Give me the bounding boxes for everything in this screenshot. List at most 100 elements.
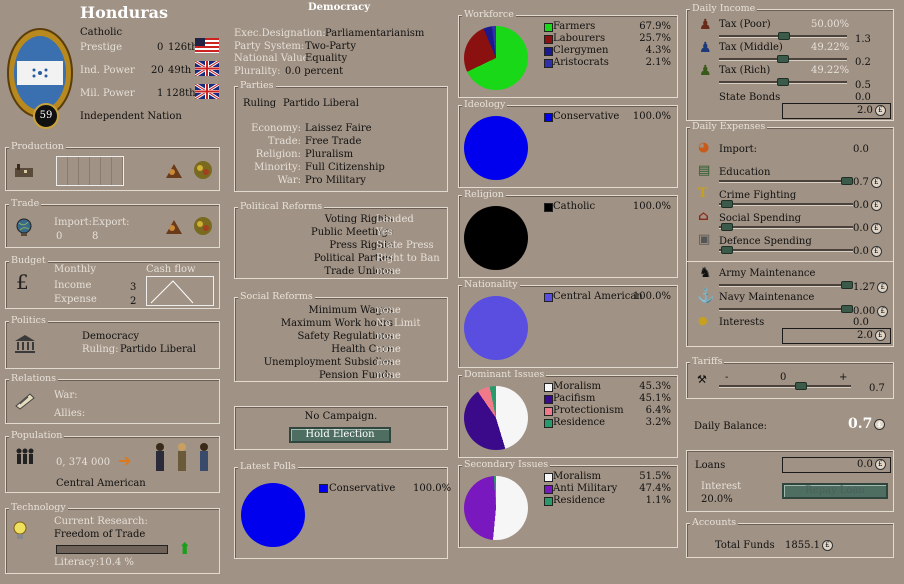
crime-fighting-slider[interactable]	[719, 200, 853, 208]
parties-panel[interactable]: Parties Ruling Partido Liberal Economy: L…	[234, 80, 448, 192]
defence-spending-value-text: 0.0	[853, 246, 869, 257]
latest-polls-panel[interactable]: Latest Polls Conservative 100.0%	[234, 461, 452, 559]
workforce-pie	[464, 26, 528, 90]
dominant-issues-legend-value: 3.2%	[645, 417, 671, 428]
technology-panel[interactable]: Technology Current Research: Freedom of …	[5, 502, 220, 574]
expense-value: 2	[130, 296, 137, 307]
uk-flag-icon	[194, 82, 220, 101]
religion-panel-panel[interactable]: Religion Catholic 100.0%	[458, 189, 678, 278]
pound-icon: £	[16, 270, 29, 294]
army-slider-knob[interactable]	[841, 281, 853, 289]
accounts-title: Accounts	[690, 517, 739, 529]
navy-slider-knob[interactable]	[841, 305, 853, 313]
dominant-issues-legend-value: 45.3%	[639, 381, 671, 392]
tax-slider[interactable]	[719, 78, 847, 86]
army-slider[interactable]	[719, 281, 853, 289]
prestige-rank: 126th	[168, 42, 198, 53]
tax-slider[interactable]	[719, 32, 847, 40]
government-row-label: Plurality:	[234, 66, 281, 78]
tax-slider[interactable]	[719, 55, 847, 63]
interests-value: 0.0	[853, 317, 869, 328]
population-panel[interactable]: Population 0, 374 000 ➔ Central American	[5, 430, 220, 493]
budget-panel[interactable]: Budget £ Monthly Cash flow Income 3 Expe…	[5, 255, 220, 309]
allies-label: Allies:	[54, 408, 86, 419]
political-reform-value[interactable]: Right to Ban	[376, 253, 440, 264]
social-spending-slider[interactable]	[719, 223, 853, 231]
trade-panel[interactable]: Trade Import: Export: 0 8	[5, 198, 220, 248]
dominant-issues-pie	[464, 386, 528, 450]
social-reform-value[interactable]: No Limit	[376, 318, 421, 329]
tariffs-plus[interactable]: +	[839, 372, 847, 383]
workforce-legend-swatch	[544, 35, 553, 44]
dominant-issues-panel[interactable]: Dominant Issues Moralism 45.3% Pacifism 45.1…	[458, 369, 678, 458]
latest-polls-legend-value: 100.0%	[413, 483, 452, 494]
social-reforms-panel[interactable]: Social Reforms Minimum Wages none Maximum …	[234, 291, 448, 382]
import-label: Import:	[719, 144, 758, 155]
social-reforms-title: Social Reforms	[238, 291, 315, 303]
latest-polls-legend-name: Conservative	[329, 483, 396, 494]
research-up-arrow-icon[interactable]: ⬆	[178, 539, 191, 558]
accounts-panel: Accounts Total Funds 1855.1 £	[686, 517, 894, 558]
tariffs-value: 0.7	[869, 383, 885, 394]
workforce-panel[interactable]: Workforce Farmers 67.9% Labourers 25.7% Clerg…	[458, 9, 678, 98]
coin-icon: £	[877, 282, 889, 293]
tariffs-panel[interactable]: Tariffs ⚒ - 0 + 0.7	[686, 356, 894, 399]
education-slider[interactable]	[719, 177, 853, 185]
production-panel[interactable]: Production	[5, 141, 220, 191]
trade-goods-icon[interactable]	[164, 216, 186, 236]
party-row-value: Full Citizenship	[305, 162, 385, 173]
ideology-pie	[464, 116, 528, 180]
secondary-issues-legend-swatch	[544, 485, 553, 494]
production-title: Production	[9, 141, 66, 153]
crime-fighting-value-text: 0.0	[853, 200, 869, 211]
social-reform-value[interactable]: none	[376, 357, 401, 368]
interest-value: 20.0%	[701, 494, 733, 505]
social-reform-value[interactable]: none	[376, 331, 401, 342]
resources-icon[interactable]	[192, 159, 214, 181]
secondary-issues-legend-value: 47.4%	[639, 483, 671, 494]
relations-panel[interactable]: Relations War: Allies:	[5, 373, 220, 424]
education-icon: ▤	[698, 163, 711, 178]
pop-types-icon[interactable]	[150, 441, 216, 475]
social-reform-value[interactable]: none	[376, 344, 401, 355]
social-reform-value[interactable]: none	[376, 370, 401, 381]
factory-goods-icon[interactable]	[164, 160, 186, 180]
population-arrow-icon[interactable]: ➔	[118, 451, 131, 470]
tariffs-slider-knob[interactable]	[795, 382, 807, 390]
tax-slider-knob[interactable]	[778, 32, 790, 40]
defence-spending-slider-knob[interactable]	[721, 246, 733, 254]
daily-expenses-panel[interactable]: Daily Expenses ◕ Import: 0.0 ▤ Education 0.7 £…	[686, 121, 894, 347]
politics-panel[interactable]: Politics Democracy Ruling: Partido Liber…	[5, 315, 220, 369]
dominant-issues-legend-swatch	[544, 419, 553, 428]
dominant-issues-legend-name: Pacifism	[553, 393, 596, 404]
tax-slider-knob[interactable]	[777, 55, 789, 63]
anchor-icon: ⚓	[697, 288, 715, 304]
dominant-issues-title: Dominant Issues	[462, 369, 547, 381]
repay-loan-button[interactable]: Repay Loan	[782, 483, 888, 499]
political-reforms-panel[interactable]: Political Reforms Voting Rights Landed Pub…	[234, 201, 448, 279]
tariffs-minus[interactable]: -	[725, 372, 728, 383]
crime-fighting-slider-knob[interactable]	[721, 200, 733, 208]
crime-fighting-value: 0.0 £	[853, 200, 882, 211]
political-reform-value[interactable]: State Press	[376, 240, 434, 251]
education-slider-knob[interactable]	[841, 177, 853, 185]
navy-slider[interactable]	[719, 305, 853, 313]
social-reform-value[interactable]: none	[376, 305, 401, 316]
secondary-issues-panel[interactable]: Secondary Issues Moralism 51.5% Anti Milita…	[458, 459, 678, 548]
defence-spending-slider[interactable]	[719, 246, 853, 254]
political-reform-value[interactable]: none	[376, 266, 401, 277]
political-reform-value[interactable]: Yes	[376, 227, 393, 238]
social-spending-slider-knob[interactable]	[721, 223, 733, 231]
trade-resources-icon[interactable]	[192, 215, 214, 237]
tariffs-slider[interactable]	[719, 382, 851, 390]
political-reform-value[interactable]: Landed	[376, 214, 414, 225]
nationality-panel[interactable]: Nationality Central American 100.0%	[458, 279, 678, 368]
tax-slider-knob[interactable]	[777, 78, 789, 86]
hold-election-button[interactable]: Hold Election	[289, 427, 391, 443]
expenses-divider	[687, 261, 893, 262]
expense-label: Expense	[54, 294, 97, 305]
daily-income-panel[interactable]: Daily Income ♟ Tax (Poor) 50.00% 1.3 ♟ Tax (M…	[686, 3, 894, 121]
loans-panel[interactable]: Loans 0.0 £ Interest 20.0% Repay Loan	[686, 450, 894, 512]
ideology-panel[interactable]: Ideology Conservative 100.0%	[458, 99, 678, 188]
tax-person-icon: ♟	[699, 63, 712, 79]
